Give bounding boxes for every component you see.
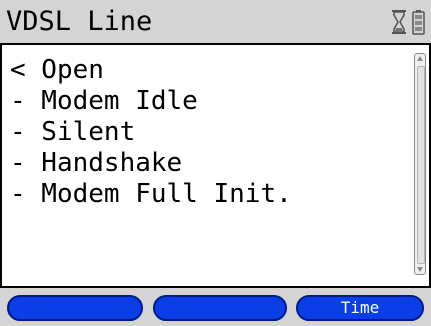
softkey-bar: Time [0, 286, 431, 326]
title-bar: VDSL Line [0, 0, 431, 45]
device-screen: VDSL Line < Open - Modem Idle - Silent -… [0, 0, 431, 326]
softkey-1-button[interactable] [7, 295, 143, 321]
scrollbar[interactable] [414, 53, 426, 275]
softkey-2-button[interactable] [153, 295, 287, 321]
menu-panel: < Open - Modem Idle - Silent - Handshake… [0, 45, 431, 286]
time-button[interactable]: Time [296, 295, 424, 321]
battery-icon [412, 10, 425, 35]
menu-item-handshake[interactable]: - Handshake [10, 148, 292, 179]
menu-item-modem-full-init[interactable]: - Modem Full Init. [10, 179, 292, 210]
menu-item-silent[interactable]: - Silent [10, 117, 292, 148]
scroll-thumb[interactable] [417, 66, 425, 264]
menu-item-modem-idle[interactable]: - Modem Idle [10, 86, 292, 117]
page-title: VDSL Line [6, 6, 153, 37]
scroll-down-arrow-icon[interactable] [417, 267, 423, 272]
menu-list: < Open - Modem Idle - Silent - Handshake… [10, 55, 292, 210]
hourglass-icon [392, 10, 406, 34]
scroll-up-arrow-icon[interactable] [417, 56, 423, 61]
menu-item-open[interactable]: < Open [10, 55, 292, 86]
